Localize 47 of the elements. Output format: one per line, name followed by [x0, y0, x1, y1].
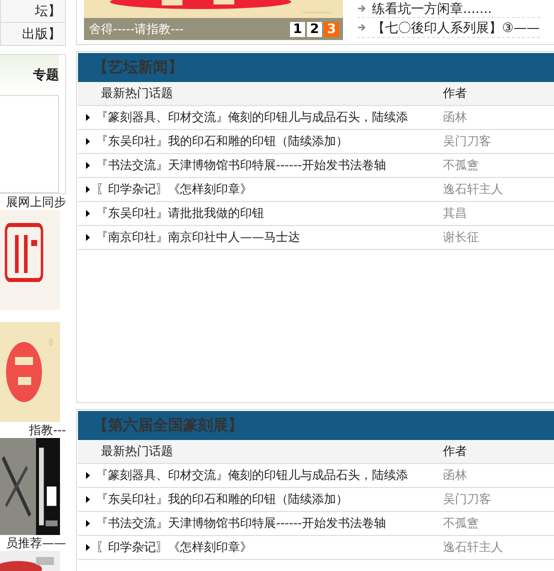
topic-link[interactable]: 『东吴印社』请批批我做的印钮 [96, 205, 264, 222]
author-name: 逸石轩主人 [443, 539, 504, 556]
page-button[interactable]: 1 [290, 22, 305, 36]
author-name: 函林 [443, 109, 468, 126]
bullet-icon [86, 520, 90, 527]
bullet-icon [86, 210, 90, 217]
article-link[interactable]: 练看坑一方闲章....... [372, 0, 492, 18]
arrow-icon [357, 4, 366, 13]
bullet-icon [86, 544, 90, 551]
bullet-icon [86, 496, 90, 503]
column-header: 作者 [443, 85, 468, 102]
topic-link[interactable]: 『篆刻器具、印材交流』俺刻的印钮儿与成品石头，陆续添 [96, 109, 408, 126]
page-button[interactable]: 2 [307, 22, 322, 36]
panel-title: 【第六届全国篆刻展】 [93, 416, 243, 435]
author-name: 吴门刀客 [443, 133, 492, 150]
author-name: 函林 [443, 467, 468, 484]
author-name: 其昌 [443, 205, 468, 222]
author-name: 不孤盦 [443, 157, 480, 174]
column-header: 作者 [443, 443, 468, 460]
topic-link[interactable]: 『书法交流』天津博物馆书印特展------开始发书法卷轴 [96, 515, 386, 532]
bullet-icon [86, 138, 90, 145]
column-header: 最新热门话题 [100, 443, 174, 460]
bullet-icon [86, 472, 90, 479]
bullet-icon [86, 234, 90, 241]
bullet-icon [86, 114, 90, 121]
arrow-icon [357, 23, 366, 32]
topic-link[interactable]: 〖印学杂记〗《怎样刻印章》 [96, 539, 252, 556]
author-name: 不孤盦 [443, 515, 480, 532]
panel-title: 【艺坛新闻】 [93, 58, 183, 77]
author-name: 逸石轩主人 [443, 181, 504, 198]
article-link[interactable]: 【七〇後印人系列展】③—— [372, 18, 540, 36]
author-name: 吴门刀客 [443, 491, 492, 508]
caption: 员推荐—— [6, 535, 66, 551]
caption: 指教--- [29, 422, 66, 438]
topic-link[interactable]: 『东吴印社』我的印石和雕的印钮（陆续添加） [96, 133, 348, 150]
column-header: 最新热门话题 [100, 85, 174, 102]
topic-link[interactable]: 〖印学杂记〗《怎样刻印章》 [96, 181, 252, 198]
bullet-icon [86, 162, 90, 169]
panel-title: 专题 [33, 67, 59, 84]
topic-link[interactable]: 『东吴印社』我的印石和雕的印钮（陆续添加） [96, 491, 348, 508]
slide-caption: 舍得-----请指教--- [89, 20, 184, 38]
topic-link[interactable]: 『篆刻器具、印材交流』俺刻的印钮儿与成品石头，陆续添 [96, 467, 408, 484]
topic-link[interactable]: 『书法交流』天津博物馆书印特展------开始发书法卷轴 [96, 157, 386, 174]
topic-link[interactable]: 『南京印社』南京印社中人——马士达 [96, 229, 300, 246]
caption: 展网上同步 [6, 194, 66, 210]
bullet-icon [86, 186, 90, 193]
author-name: 谢长征 [443, 229, 480, 246]
